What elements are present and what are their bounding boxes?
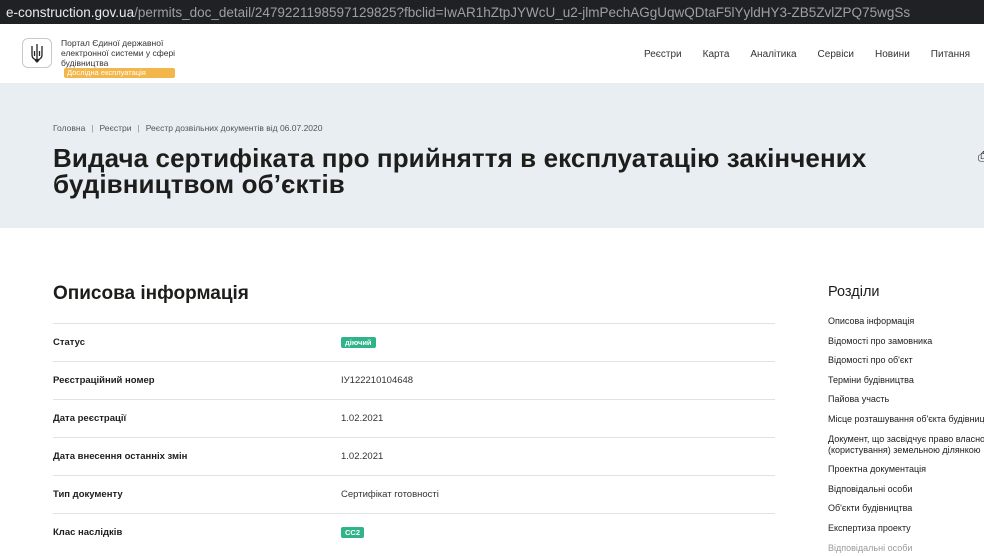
sidebar-item-terms[interactable]: Терміни будівництва [828,375,984,386]
sidebar-item-expertise[interactable]: Експертиза проекту [828,523,984,534]
sidebar-item-share[interactable]: Пайова участь [828,394,984,405]
sidebar-item-location[interactable]: Місце розташування об'єкта будівництва [828,414,984,425]
info-row-reg-date: Дата реєстрації 1.02.2021 [53,399,775,437]
info-row-reg-number: Реєстраційний номер ІУ122210104648 [53,361,775,399]
sidebar-item-construction-objects[interactable]: Об'єкти будівництва [828,503,984,514]
sidebar-item-object[interactable]: Відомості про об'єкт [828,355,984,366]
nav-analytics[interactable]: Аналітика [750,49,796,60]
info-label: Дата внесення останніх змін [53,451,188,462]
site-header: Портал Єдиної державної електронної сист… [0,24,984,84]
info-label: Клас наслідків [53,527,123,538]
breadcrumb-registries[interactable]: Реєстри [100,123,132,133]
info-row-status: Статус діючий [53,323,775,361]
breadcrumb-separator: | [91,123,94,133]
breadcrumb-current[interactable]: Реєстр дозвільних документів від 06.07.2… [146,123,323,133]
info-value: Сертифікат готовності [341,489,439,500]
breadcrumb-separator: | [137,123,140,133]
page-title: Видача сертифіката про прийняття в експл… [53,143,867,199]
nav-news[interactable]: Новини [875,49,910,60]
info-row-consequence-class: Клас наслідків СС2 [53,513,775,551]
info-label: Тип документу [53,489,123,500]
info-value: 1.02.2021 [341,451,384,462]
nav-registries[interactable]: Реєстри [644,49,682,60]
info-label: Статус [53,337,86,348]
nav-services[interactable]: Сервіси [818,49,854,60]
info-row-last-change: Дата внесення останніх змін 1.02.2021 [53,437,775,475]
info-table: Статус діючий Реєстраційний номер ІУ1222… [53,323,775,551]
portal-title[interactable]: Портал Єдиної державної електронної сист… [61,38,176,78]
sidebar-item-land-document-cont[interactable]: (користування) земельною ділянкою [828,445,984,456]
section-title: Описова інформація [53,283,249,304]
consequence-class-badge: СС2 [341,527,365,538]
nav-map[interactable]: Карта [703,49,730,60]
sidebar-item-responsible-2[interactable]: Відповідальні особи [828,543,984,554]
portal-title-line1: Портал Єдиної державної [61,38,164,48]
hero-banner: Головна | Реєстри | Реєстр дозвільних докуме… [0,84,984,228]
breadcrumb: Головна | Реєстри | Реєстр дозвільних докуме… [53,123,323,133]
sidebar-item-description[interactable]: Описова інформація [828,316,984,327]
info-row-doc-type: Тип документу Сертифікат готовності [53,475,775,513]
trident-logo-icon[interactable] [22,38,52,68]
info-value: ІУ122210104648 [341,375,414,386]
portal-title-line3: будівництва [61,58,109,68]
sidebar-title: Розділи [828,284,880,300]
nav-questions[interactable]: Питання [931,49,970,60]
info-value: 1.02.2021 [341,413,384,424]
print-icon[interactable]: ⎙ [978,148,984,165]
address-bar[interactable]: e-construction.gov.ua/permits_doc_detail… [0,0,984,24]
url-path: /permits_doc_detail/2479221198597129825?… [134,4,911,20]
url-host: e-construction.gov.ua [6,4,135,20]
portal-title-line2: електронної системи у сфері [61,48,176,58]
info-label: Дата реєстрації [53,413,127,424]
status-badge: діючий [341,337,376,348]
sidebar-item-responsible[interactable]: Відповідальні особи [828,484,984,495]
info-label: Реєстраційний номер [53,375,155,386]
main-nav: Реєстри Карта Аналітика Сервіси Новини П… [644,24,984,84]
sidebar-item-land-document[interactable]: Документ, що засвідчує право власності [828,434,984,445]
breadcrumb-home[interactable]: Головна [53,123,85,133]
sidebar-item-customer[interactable]: Відомості про замовника [828,336,984,347]
sidebar-section-list: Описова інформація Відомості про замовни… [828,316,984,556]
experimental-badge: Дослідна експлуатація [64,68,176,78]
sidebar-item-project-docs[interactable]: Проектна документація [828,464,984,475]
